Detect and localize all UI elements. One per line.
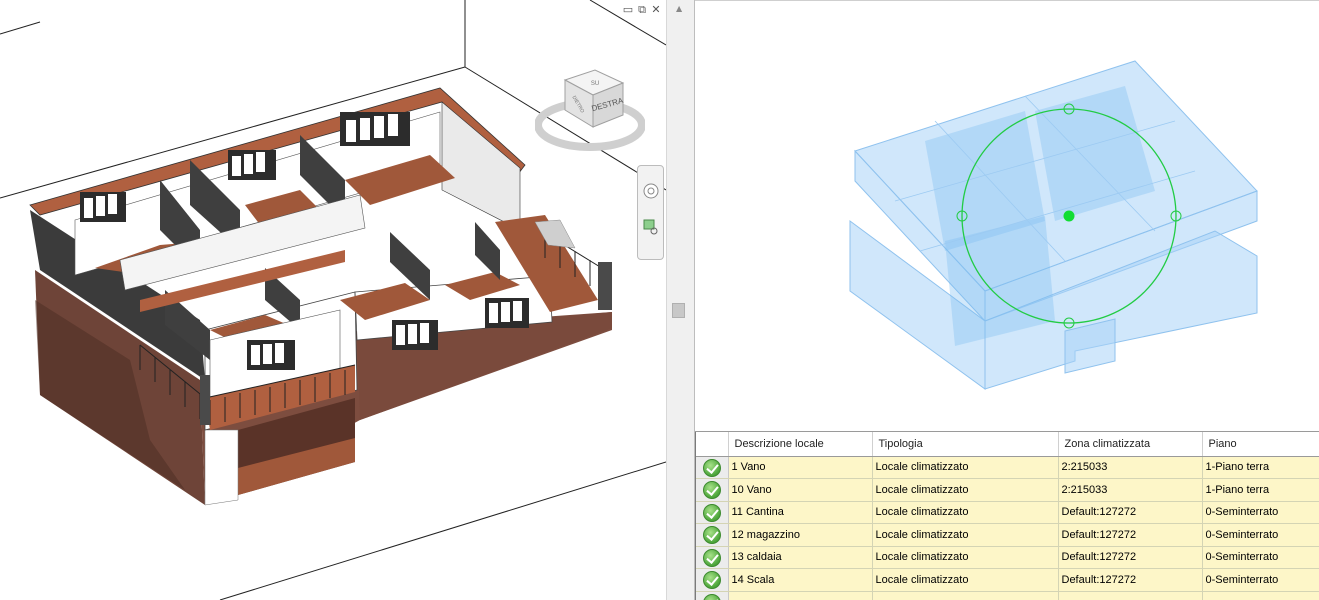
3d-model-view[interactable]: DESTRA SU DIETRO ▭ ⧉ ✕	[0, 0, 666, 600]
cell-zona[interactable]: Default:127272	[1058, 568, 1203, 592]
table-row[interactable]: 11 Cantina Locale climatizzato Default:1…	[696, 501, 1319, 524]
cell-descrizione[interactable]: 10 Vano	[728, 478, 873, 502]
cell-zona[interactable]: Default:127272	[1058, 546, 1203, 569]
cell-piano[interactable]: 0-Seminterrato	[1202, 546, 1319, 569]
cell-tipologia[interactable]: Locale climatizzato	[872, 501, 1059, 524]
viewcube[interactable]: DESTRA SU DIETRO	[535, 65, 645, 165]
cell-zona[interactable]: 2:215033	[1058, 456, 1203, 479]
viewcube-top-label: SU	[591, 81, 599, 87]
minimize-icon[interactable]: ▭	[622, 4, 634, 16]
column-header-descrizione[interactable]: Descrizione locale	[728, 432, 873, 457]
status-cell	[696, 523, 729, 547]
table-row[interactable]: 1 Vano Locale climatizzato 2:215033 1-Pi…	[696, 456, 1319, 479]
navigation-bar	[637, 165, 664, 260]
column-header-tipologia[interactable]: Tipologia	[872, 432, 1059, 457]
cell-piano[interactable]: 1-Piano terra	[1202, 478, 1319, 502]
table-row[interactable]: 10 Vano Locale climatizzato 2:215033 1-P…	[696, 478, 1319, 502]
column-header-zona[interactable]: Zona climatizzata	[1058, 432, 1203, 457]
cell-tipologia[interactable]: Locale climatizzato	[872, 478, 1059, 502]
status-cell	[696, 478, 729, 502]
collapse-arrow-icon[interactable]: ▲	[676, 4, 682, 13]
status-cell	[696, 591, 729, 600]
steering-wheel-icon[interactable]	[641, 180, 660, 202]
panel-splitter[interactable]: ▲	[666, 0, 695, 600]
restore-icon[interactable]: ⧉	[636, 4, 648, 16]
check-ok-icon	[702, 548, 721, 567]
check-ok-icon	[702, 458, 721, 477]
viewport-window-controls: ▭ ⧉ ✕	[622, 4, 662, 16]
check-ok-icon	[702, 503, 721, 522]
zoom-region-icon[interactable]	[641, 216, 660, 238]
cell-tipologia[interactable]: Locale climatizzato	[872, 456, 1059, 479]
check-ok-icon	[702, 593, 721, 600]
cell-piano[interactable]: 0-Seminterrato	[1202, 523, 1319, 547]
status-cell	[696, 501, 729, 524]
status-cell	[696, 456, 729, 479]
cell-zona[interactable]: Default:127272	[1058, 523, 1203, 547]
cell-descrizione[interactable]: 1 Vano	[728, 456, 873, 479]
status-cell	[696, 568, 729, 592]
cell-piano[interactable]: 1-Piano terra	[1202, 456, 1319, 479]
cell-descrizione[interactable]: 13 caldaia	[728, 546, 873, 569]
check-ok-icon	[702, 571, 721, 590]
cell-zona[interactable]: 2:215033	[1058, 478, 1203, 502]
cell-tipologia[interactable]: Locale climatizzato	[872, 546, 1059, 569]
table-row[interactable]: 12 magazzino Locale climatizzato Default…	[696, 523, 1319, 547]
splitter-grip[interactable]	[672, 303, 685, 318]
check-ok-icon	[702, 481, 721, 500]
rooms-grid: Descrizione locale Tipologia Zona climat…	[695, 432, 1319, 600]
table-row[interactable]: 13 caldaia Locale climatizzato Default:1…	[696, 546, 1319, 569]
cell-descrizione[interactable]: 11 Cantina	[728, 501, 873, 524]
column-header-status[interactable]	[696, 432, 729, 457]
thermal-zone-preview[interactable]	[695, 0, 1319, 432]
cell-zona[interactable]: Default:127272	[1058, 501, 1203, 524]
status-cell	[696, 546, 729, 569]
table-row-partial[interactable]	[696, 591, 1319, 600]
grid-header-row: Descrizione locale Tipologia Zona climat…	[696, 432, 1319, 457]
column-header-piano[interactable]: Piano	[1202, 432, 1319, 457]
zone-volume-render	[849, 60, 1258, 390]
cell-piano[interactable]: 0-Seminterrato	[1202, 568, 1319, 592]
cell-tipologia[interactable]: Locale climatizzato	[872, 568, 1059, 592]
table-row[interactable]: 14 Scala Locale climatizzato Default:127…	[696, 568, 1319, 592]
close-icon[interactable]: ✕	[650, 4, 662, 16]
cell-tipologia[interactable]: Locale climatizzato	[872, 523, 1059, 547]
check-ok-icon	[702, 526, 721, 545]
cell-descrizione[interactable]: 14 Scala	[728, 568, 873, 592]
cell-piano[interactable]: 0-Seminterrato	[1202, 501, 1319, 524]
cell-descrizione[interactable]: 12 magazzino	[728, 523, 873, 547]
